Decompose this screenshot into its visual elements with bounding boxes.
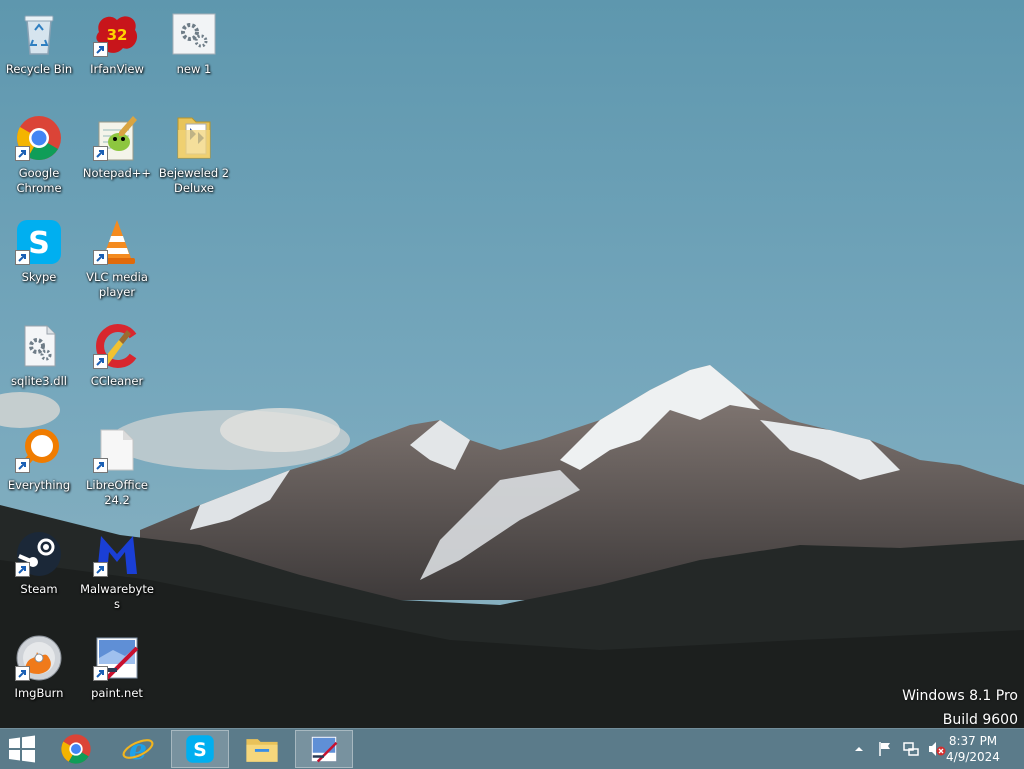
shortcut-arrow-icon <box>93 146 108 161</box>
desktop-icon-label: paint.net <box>91 686 143 700</box>
svg-text:32: 32 <box>107 26 128 44</box>
desktop-icon-label: Google Chrome <box>16 166 62 195</box>
shortcut-arrow-icon <box>15 146 30 161</box>
shortcut-arrow-icon <box>93 458 108 473</box>
taskbar-internet-explorer-button[interactable]: e <box>109 730 167 768</box>
desktop-icon-label: Skype <box>21 270 57 284</box>
shortcut-arrow-icon <box>15 666 30 681</box>
taskbar-clock[interactable]: 8:37 PM 4/9/2024 <box>938 733 1008 765</box>
svg-text:S: S <box>28 226 50 261</box>
desktop-icon-label: LibreOffice 24.2 <box>85 478 149 507</box>
desktop-icon-everything[interactable]: Everything <box>1 420 77 520</box>
shortcut-arrow-icon <box>15 250 30 265</box>
internet-explorer-icon: e <box>121 732 155 766</box>
windows-version-watermark: Windows 8.1 Pro Build 9600 <box>902 684 1018 732</box>
svg-text:e: e <box>129 732 147 766</box>
desktop-icon-ccleaner[interactable]: CCleaner <box>79 316 155 416</box>
desktop-icon-sqlite3-dll[interactable]: sqlite3.dll <box>1 316 77 416</box>
desktop-icon-label: VLC media player <box>86 270 148 299</box>
desktop-icon-imgburn[interactable]: ImgBurn <box>1 628 77 728</box>
shortcut-arrow-icon <box>93 562 108 577</box>
shortcut-arrow-icon <box>15 562 30 577</box>
dll-file-icon <box>15 322 63 370</box>
desktop-icon-label: Everything <box>7 478 71 492</box>
paintnet-icon <box>309 734 339 764</box>
desktop-icon-recycle-bin[interactable]: Recycle Bin <box>1 4 77 104</box>
recycle-bin-icon <box>15 10 63 58</box>
taskbar-skype-button[interactable]: S <box>171 730 229 768</box>
watermark-edition: Windows 8.1 Pro <box>902 688 1018 704</box>
clock-date: 4/9/2024 <box>946 750 1000 764</box>
desktop-icon-label: Bejeweled 2 Deluxe <box>158 166 230 195</box>
desktop-icon-skype[interactable]: S Skype <box>1 212 77 312</box>
skype-icon: S <box>185 734 215 764</box>
svg-text:S: S <box>193 740 207 761</box>
desktop-icon-new-1[interactable]: new 1 <box>156 4 232 104</box>
desktop-icon-vlc-media-player[interactable]: VLC media player <box>79 212 155 312</box>
taskbar-paintnet-button[interactable] <box>295 730 353 768</box>
chrome-icon <box>60 733 92 765</box>
desktop-icon-notepadpp[interactable]: Notepad++ <box>79 108 155 208</box>
shortcut-arrow-icon <box>93 42 108 57</box>
desktop-icon-label: Steam <box>20 582 58 596</box>
file-explorer-icon <box>245 734 279 764</box>
desktop-icon-paintnet[interactable]: paint.net <box>79 628 155 728</box>
desktop-icon-label: Notepad++ <box>82 166 152 180</box>
shortcut-arrow-icon <box>93 666 108 681</box>
desktop-icon-label: CCleaner <box>90 374 144 388</box>
taskbar-file-explorer-button[interactable] <box>233 730 291 768</box>
shortcut-arrow-icon <box>93 354 108 369</box>
desktop-icon-label: new 1 <box>176 62 212 76</box>
folder-icon <box>170 114 218 162</box>
desktop-icon-label: Recycle Bin <box>5 62 73 76</box>
desktop-icon-label: ImgBurn <box>14 686 64 700</box>
desktop-icon-label: IrfanView <box>90 62 144 76</box>
desktop-icon-bejeweled-2-deluxe[interactable]: Bejeweled 2 Deluxe <box>156 108 232 208</box>
windows-start-icon <box>7 734 37 764</box>
show-hidden-icons-icon[interactable] <box>850 740 868 758</box>
taskbar-chrome-button[interactable] <box>47 730 105 768</box>
taskbar: e S 8:37 PM 4/9/2024 <box>0 728 1024 769</box>
desktop-icon-irfanview[interactable]: 32 IrfanView <box>79 4 155 104</box>
desktop-icon-malwarebytes[interactable]: Malwarebytes <box>79 524 155 624</box>
desktop-icon-libreoffice[interactable]: LibreOffice 24.2 <box>79 420 155 520</box>
start-button[interactable] <box>0 730 44 768</box>
desktop-icon-label: sqlite3.dll <box>11 374 67 388</box>
action-center-flag-icon[interactable] <box>876 740 894 758</box>
network-icon[interactable] <box>902 740 920 758</box>
desktop-icon-google-chrome[interactable]: Google Chrome <box>1 108 77 208</box>
clock-time: 8:37 PM <box>948 734 998 748</box>
settings-file-icon <box>170 10 218 58</box>
system-tray <box>846 729 950 769</box>
desktop-icon-label: Malwarebytes <box>80 582 154 611</box>
desktop: Recycle Bin 32 IrfanView new 1 Google Ch… <box>0 0 1024 728</box>
shortcut-arrow-icon <box>15 458 30 473</box>
desktop-icon-steam[interactable]: Steam <box>1 524 77 624</box>
shortcut-arrow-icon <box>93 250 108 265</box>
